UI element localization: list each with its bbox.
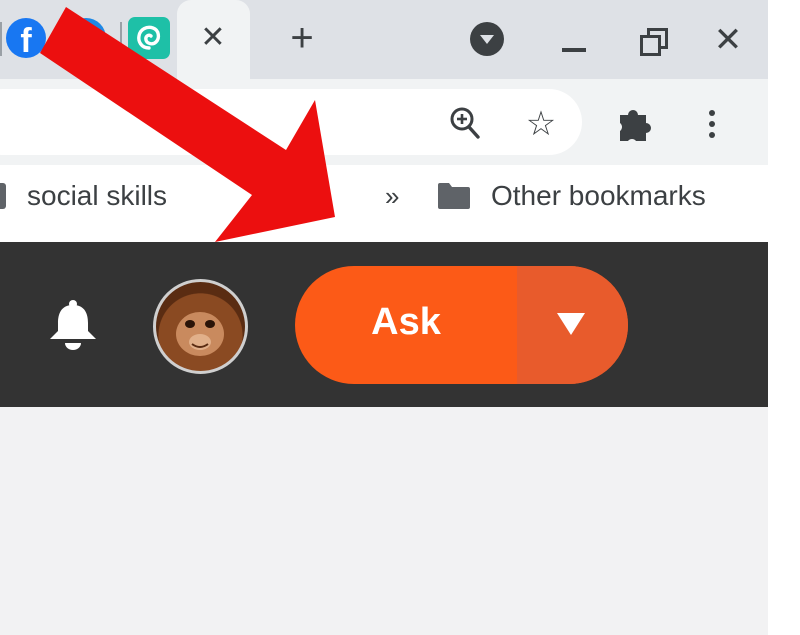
bell-glyph [50, 300, 96, 350]
address-bar[interactable] [0, 89, 582, 155]
kebab-menu-icon[interactable] [702, 104, 722, 144]
bell-icon[interactable] [44, 297, 102, 355]
ask-button[interactable]: Ask [295, 266, 517, 384]
window-close-icon[interactable]: ✕ [710, 20, 746, 60]
ask-split-button: Ask [295, 266, 628, 384]
kebab-dot [709, 121, 715, 127]
kebab-dot [709, 110, 715, 116]
facebook-icon[interactable]: f [6, 18, 46, 58]
folder-icon[interactable] [437, 182, 471, 210]
orangutan-avatar[interactable] [153, 279, 248, 374]
ask-dropdown-button[interactable] [517, 266, 628, 384]
avatar-face [176, 312, 224, 356]
bookmark-star-icon[interactable]: ☆ [521, 104, 561, 144]
tab-close-icon[interactable]: ✕ [197, 20, 229, 56]
tab-search-icon[interactable] [470, 22, 504, 56]
tab-separator [0, 22, 2, 56]
bookmark-other-bookmarks[interactable]: Other bookmarks [491, 176, 706, 216]
page-content [0, 407, 768, 635]
restore-icon[interactable] [640, 28, 668, 56]
spiral-glyph [137, 25, 161, 50]
zoom-glyph [450, 107, 480, 139]
right-margin [768, 0, 800, 635]
puzzle-icon[interactable] [614, 103, 656, 145]
kebab-dot [709, 132, 715, 138]
puzzle-glyph [620, 110, 651, 141]
bookmarks-overflow-chevron[interactable]: » [385, 178, 411, 214]
restore-front-square [640, 35, 661, 56]
bookmark-social-skills[interactable]: social skills [27, 176, 167, 216]
teal-spiral-icon[interactable] [128, 17, 170, 59]
browser-window: f ✕ + ✕ ☆ social skills » Other bookmark… [0, 0, 768, 635]
zoom-in-icon[interactable] [449, 106, 481, 140]
tab-separator [120, 22, 122, 56]
new-tab-button[interactable]: + [283, 16, 321, 60]
folder-icon[interactable] [0, 183, 6, 209]
caret-down-icon [557, 313, 585, 335]
minimize-icon[interactable] [562, 48, 586, 52]
messenger-icon[interactable] [66, 18, 106, 58]
folder-glyph [438, 183, 470, 209]
